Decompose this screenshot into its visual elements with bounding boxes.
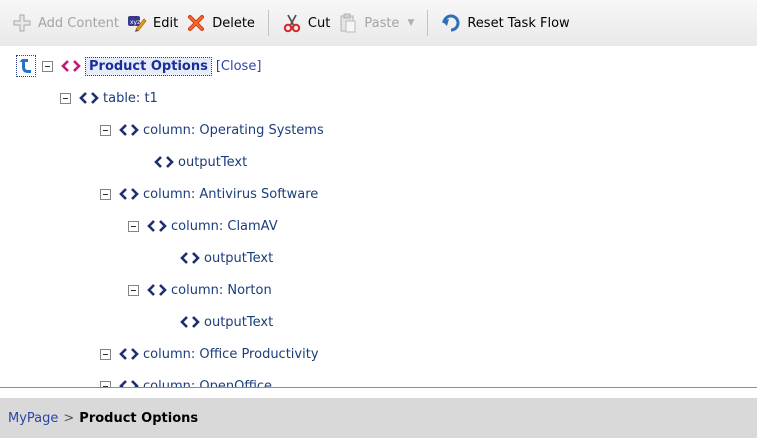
add-content-label: Add Content	[38, 15, 120, 31]
panel-gap	[0, 388, 757, 398]
tree-node[interactable]: column: Operating Systems	[100, 114, 324, 146]
toolbar-separator	[427, 10, 429, 36]
tree-node[interactable]: column: ClamAV	[128, 210, 278, 242]
paste-button[interactable]: Paste ▼	[334, 8, 418, 38]
tree-node-label: outputText	[204, 314, 274, 330]
code-tag-icon	[180, 316, 200, 328]
collapse-toggle[interactable]	[60, 92, 71, 104]
code-tag-icon	[154, 156, 174, 168]
tree-node[interactable]: column: OpenOffice	[100, 370, 272, 387]
code-tag-icon	[147, 220, 167, 232]
tree-node-label: column: ClamAV	[171, 218, 278, 234]
edit-label: Edit	[153, 15, 179, 31]
delete-label: Delete	[212, 15, 255, 31]
tree-node-label: column: Operating Systems	[143, 122, 324, 138]
collapse-toggle[interactable]	[100, 188, 111, 200]
collapse-toggle[interactable]	[100, 124, 111, 136]
code-tag-icon	[119, 124, 139, 136]
tree-root-row: Product Options [Close]	[16, 50, 261, 82]
tree-node[interactable]: column: Office Productivity	[100, 338, 319, 370]
page-editor-panel: Add Content xyz Edit Delete Cut Paste ▼ …	[0, 0, 757, 438]
paste-label: Paste	[364, 15, 400, 31]
tree-node-label: outputText	[178, 154, 248, 170]
close-link[interactable]: [Close]	[216, 59, 262, 74]
collapse-toggle[interactable]	[128, 220, 139, 232]
tree-node-label: outputText	[204, 250, 274, 266]
tree-node[interactable]: outputText	[180, 306, 273, 338]
tree-node[interactable]: column: Antivirus Software	[100, 178, 318, 210]
tree-node-label: column: Antivirus Software	[143, 186, 319, 202]
x-icon	[188, 15, 205, 31]
up-arrow-icon[interactable]	[16, 55, 36, 77]
reset-task-flow-label: Reset Task Flow	[467, 15, 570, 31]
toolbar-separator	[267, 10, 269, 36]
tree-node-label: table: t1	[103, 90, 158, 106]
code-tag-icon	[119, 348, 139, 360]
collapse-toggle[interactable]	[128, 284, 139, 296]
cut-label: Cut	[307, 15, 331, 31]
toolbar: Add Content xyz Edit Delete Cut Paste ▼ …	[0, 0, 757, 46]
tree-node-label: column: OpenOffice	[143, 378, 273, 388]
cut-button[interactable]: Cut	[278, 8, 334, 38]
component-tree: Product Options [Close] table: t1 column…	[0, 46, 757, 387]
plus-icon	[13, 14, 31, 32]
tree-node[interactable]: column: Norton	[128, 274, 272, 306]
scissors-icon	[283, 14, 301, 33]
tree-node-label: column: Norton	[171, 282, 272, 298]
breadcrumb-link-mypage[interactable]: MyPage	[8, 411, 58, 426]
code-tag-icon	[79, 92, 99, 104]
delete-button[interactable]: Delete	[182, 8, 259, 38]
code-tag-icon	[180, 252, 200, 264]
tree-node[interactable]: outputText	[180, 242, 273, 274]
tree-node-label: column: Office Productivity	[143, 346, 319, 362]
edit-button[interactable]: xyz Edit	[123, 8, 182, 38]
code-tag-icon	[119, 380, 139, 387]
breadcrumb: MyPage > Product Options	[0, 398, 757, 438]
code-tag-icon	[147, 284, 167, 296]
clipboard-icon	[340, 13, 356, 33]
marker-pen-icon: xyz	[128, 16, 147, 32]
collapse-toggle[interactable]	[100, 348, 111, 360]
svg-text:xyz: xyz	[130, 19, 140, 26]
collapse-toggle[interactable]	[42, 60, 53, 72]
tree-node[interactable]: outputText	[154, 146, 247, 178]
breadcrumb-separator: >	[63, 410, 75, 426]
tree-node[interactable]: table: t1	[60, 82, 158, 114]
reset-task-flow-button[interactable]: Reset Task Flow	[437, 8, 573, 38]
tree-root-label[interactable]: Product Options	[85, 56, 212, 76]
chevron-down-icon[interactable]: ▼	[407, 18, 414, 28]
code-tag-icon	[61, 60, 81, 72]
code-tag-icon	[119, 188, 139, 200]
breadcrumb-current: Product Options	[79, 410, 199, 426]
add-content-button[interactable]: Add Content	[8, 8, 123, 38]
reset-arrow-icon	[442, 14, 460, 32]
